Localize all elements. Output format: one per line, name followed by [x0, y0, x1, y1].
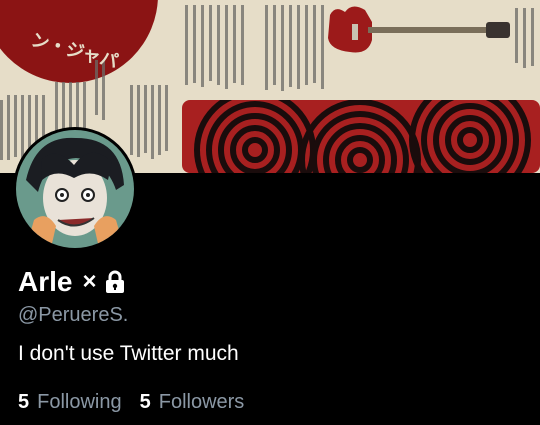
guitar-image	[328, 6, 510, 53]
avatar[interactable]	[13, 127, 137, 251]
follow-stats: 5 Following 5 Followers	[18, 391, 244, 414]
following-link[interactable]: 5 Following	[18, 391, 122, 414]
followers-count: 5	[139, 391, 151, 413]
following-label: Following	[37, 391, 122, 413]
followers-label: Followers	[158, 391, 245, 413]
display-name: Arle	[18, 266, 73, 297]
username-handle: @PeruereS.	[18, 304, 129, 326]
avatar-image	[16, 130, 134, 248]
following-count: 5	[18, 391, 30, 413]
lock-icon	[106, 270, 125, 293]
followers-link[interactable]: 5 Followers	[140, 391, 245, 414]
profile-bio: I don't use Twitter much	[18, 342, 239, 365]
profile-name-row: Arle ×	[18, 262, 126, 302]
name-symbol: ×	[82, 268, 97, 295]
